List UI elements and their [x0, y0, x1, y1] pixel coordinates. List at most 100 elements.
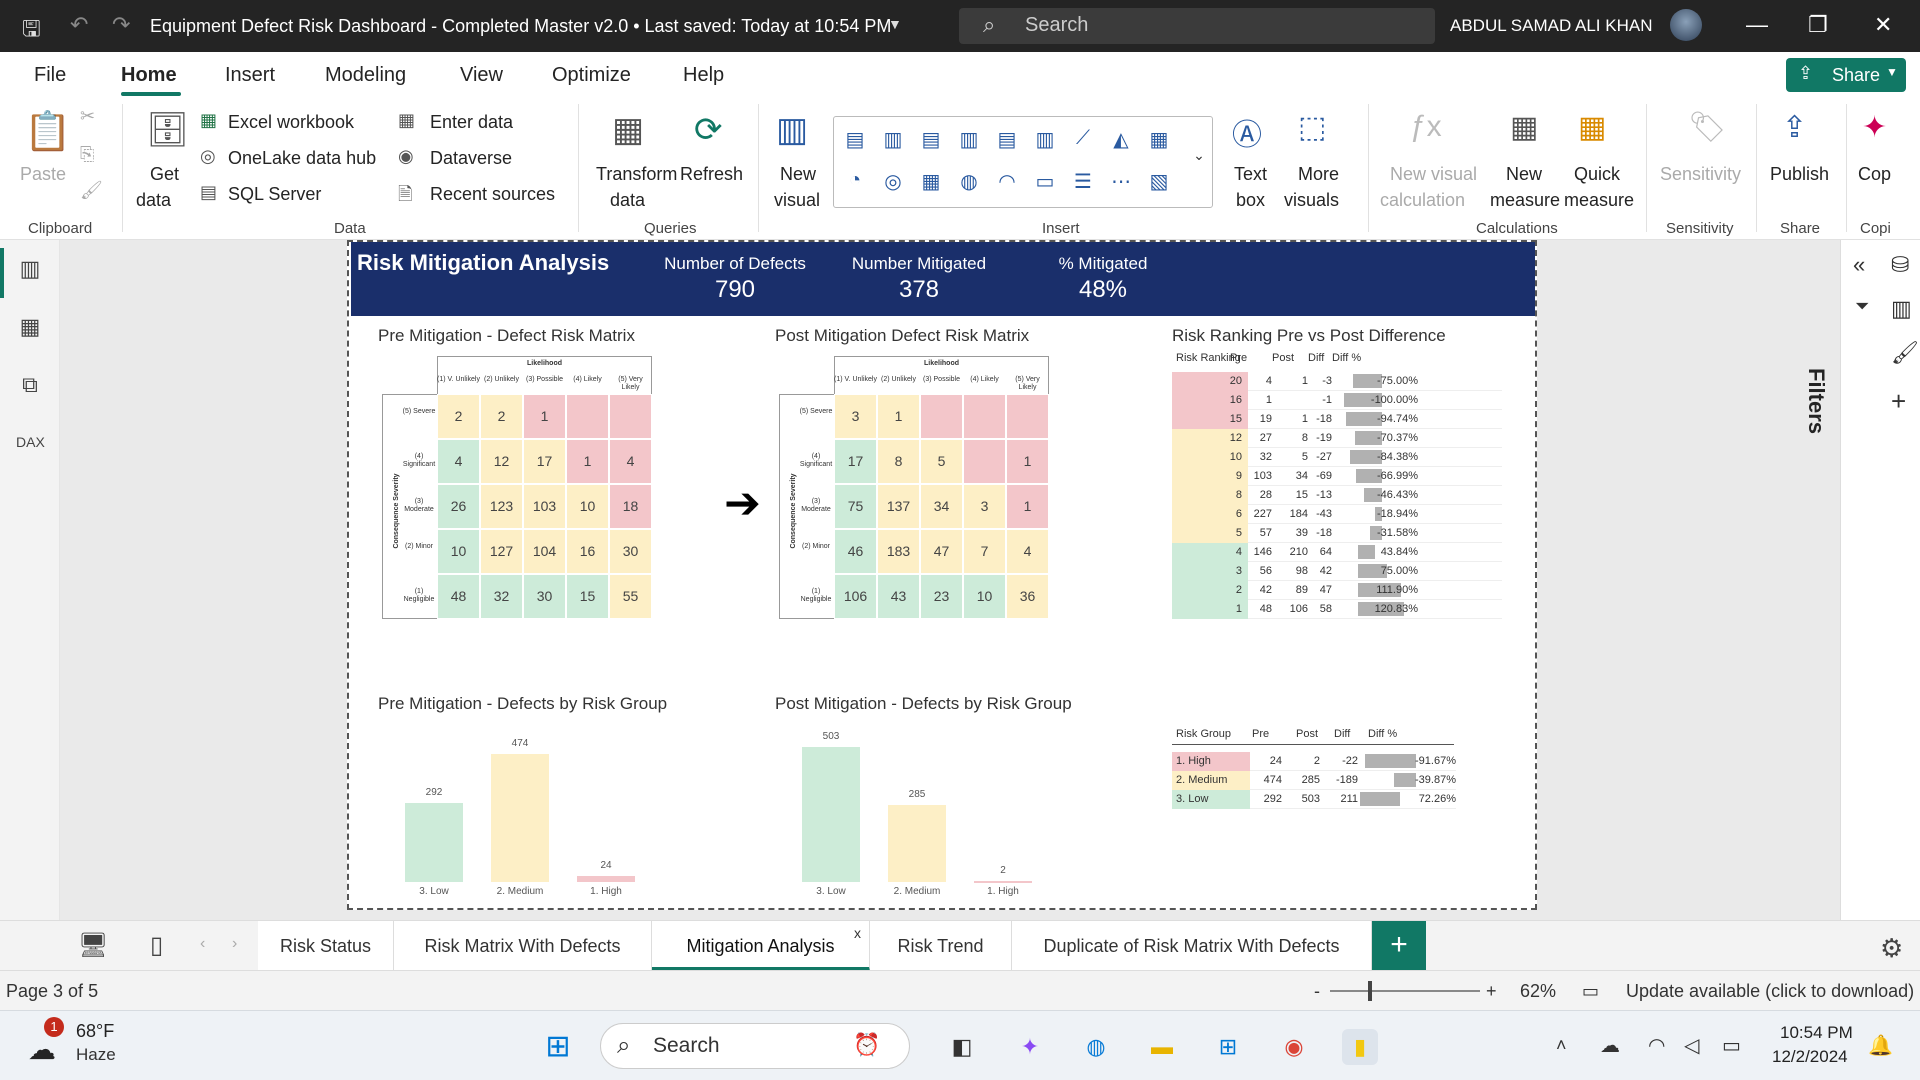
restore-icon[interactable]: ❐ — [1808, 12, 1828, 38]
slicer-icon[interactable]: ▧ — [1146, 169, 1172, 195]
zoom-level[interactable]: 62% — [1520, 981, 1556, 1002]
table-view-icon[interactable]: ▦ — [16, 314, 44, 342]
edge-icon[interactable]: ◍ — [1078, 1029, 1114, 1065]
zoom-in-icon[interactable]: + — [1486, 981, 1497, 1002]
100-column-icon[interactable]: ▥ — [1032, 127, 1058, 153]
transform-data-button[interactable]: Transform — [596, 164, 677, 185]
tab-file[interactable]: File — [34, 64, 66, 87]
clustered-bar-icon[interactable]: ▤ — [918, 127, 944, 153]
sql-server-button[interactable]: SQL Server — [228, 184, 321, 205]
settings-icon[interactable]: ⚙ — [1880, 933, 1903, 964]
dax-query-view-icon[interactable]: DAX — [16, 434, 45, 462]
clock-time[interactable]: 10:54 PM — [1780, 1023, 1853, 1043]
add-pane-icon[interactable]: + — [1891, 386, 1906, 417]
notifications-icon[interactable]: 🔔 — [1868, 1033, 1893, 1058]
map-icon[interactable]: ◍ — [956, 169, 982, 195]
get-data-button[interactable]: Get — [150, 164, 179, 185]
wifi-icon[interactable]: ◠ — [1648, 1033, 1665, 1058]
onelake-button[interactable]: OneLake data hub — [228, 148, 376, 169]
powerbi-icon[interactable]: ▮ — [1342, 1029, 1378, 1065]
sensitivity-button[interactable]: Sensitivity — [1660, 164, 1741, 185]
windows-start-icon[interactable]: ⊞ — [540, 1029, 576, 1065]
taskbar-search[interactable]: ⌕ Search ⏰ — [600, 1023, 910, 1069]
publish-button[interactable]: Publish — [1770, 164, 1829, 185]
chrome-icon[interactable]: ◉ — [1276, 1029, 1312, 1065]
save-icon[interactable]: 🖫 — [22, 12, 41, 50]
zoom-slider[interactable] — [1330, 990, 1480, 992]
format-painter-icon[interactable]: 🖌 — [80, 180, 103, 201]
risk-group-table[interactable]: Risk Group Pre Post Diff Diff % 1. High 24 2 -22… — [1172, 728, 1532, 838]
user-name[interactable]: ABDUL SAMAD ALI KHAN — [1450, 16, 1653, 36]
filters-pane-label[interactable]: Filters — [1803, 368, 1829, 448]
tab-view[interactable]: View — [460, 64, 503, 87]
chevron-down-icon[interactable]: ⌄ — [1186, 147, 1212, 173]
filter-icon[interactable]: ⏷ — [1855, 296, 1869, 317]
quick-measure-label[interactable]: measure — [1564, 190, 1634, 211]
store-icon[interactable]: ⊞ — [1210, 1029, 1246, 1065]
multi-row-card-icon[interactable]: ☰ — [1070, 169, 1096, 195]
avatar[interactable] — [1670, 9, 1702, 41]
desktop-layout-icon[interactable]: 🖥 — [78, 931, 108, 960]
new-measure-button[interactable]: New — [1506, 164, 1542, 185]
copilot-button[interactable]: Cop — [1858, 164, 1891, 185]
paste-button[interactable]: Paste — [20, 164, 66, 185]
file-explorer-icon[interactable]: ▬ — [1144, 1029, 1180, 1065]
redo-icon[interactable]: ↷ — [112, 12, 130, 38]
close-tab-icon[interactable]: x — [854, 925, 861, 941]
text-box-button[interactable]: Text — [1234, 164, 1267, 185]
post-mitigation-matrix[interactable]: Likelihood (1) V. Unlikely (2) Unlikely (3)… — [779, 356, 1109, 676]
recent-sources-button[interactable]: Recent sources — [430, 184, 555, 205]
treemap-icon[interactable]: ▦ — [918, 169, 944, 195]
excel-workbook-button[interactable]: Excel workbook — [228, 112, 354, 133]
close-icon[interactable]: ✕ — [1874, 12, 1892, 38]
visualizations-pane-icon[interactable]: ▥ — [1891, 296, 1912, 322]
page-tab-risk-trend[interactable]: Risk Trend — [870, 921, 1012, 971]
search-input[interactable]: ⌕ Search — [959, 8, 1435, 44]
minimize-icon[interactable]: — — [1746, 12, 1768, 38]
post-bar-chart[interactable]: 503 3. Low 285 2. Medium 2 1. High — [786, 722, 1116, 902]
visuals-gallery[interactable]: ▤ ▥ ▤ ▥ ▤ ▥ ⟋ ◭ ▦ ◔ ◎ ▦ ◍ ◠ ▭ ☰ ⋯ ▧ ⌄ — [833, 116, 1213, 208]
mobile-layout-icon[interactable]: ▯ — [150, 931, 163, 960]
document-title[interactable]: Equipment Defect Risk Dashboard - Comple… — [150, 16, 891, 37]
page-tab-duplicate[interactable]: Duplicate of Risk Matrix With Defects — [1012, 921, 1372, 971]
line-chart-icon[interactable]: ⟋ — [1070, 127, 1096, 153]
report-view-icon[interactable]: ▥ — [16, 256, 44, 284]
ribbon-chart-icon[interactable]: ▦ — [1146, 127, 1172, 153]
donut-chart-icon[interactable]: ◎ — [880, 169, 906, 195]
update-available-link[interactable]: Update available (click to download) — [1626, 981, 1914, 1002]
chevron-down-icon[interactable]: ▼ — [888, 16, 902, 32]
chevron-left-icon[interactable]: ‹ — [200, 935, 205, 953]
copilot-icon[interactable]: ✦ — [1012, 1029, 1048, 1065]
pie-chart-icon[interactable]: ◔ — [842, 169, 868, 195]
card-icon[interactable]: ▭ — [1032, 169, 1058, 195]
stacked-bar-icon[interactable]: ▤ — [842, 127, 868, 153]
zoom-out-icon[interactable]: - — [1314, 981, 1320, 1002]
data-pane-icon[interactable]: ⛁ — [1891, 252, 1909, 278]
copy-icon[interactable]: ⎘ — [80, 144, 94, 165]
more-visuals-label[interactable]: visuals — [1284, 190, 1339, 211]
enter-data-button[interactable]: Enter data — [430, 112, 513, 133]
refresh-button[interactable]: Refresh — [680, 164, 743, 185]
pre-bar-chart[interactable]: 292 3. Low 474 2. Medium 24 1. High — [389, 722, 719, 902]
gauge-icon[interactable]: ◠ — [994, 169, 1020, 195]
tab-help[interactable]: Help — [683, 64, 724, 87]
clustered-column-icon[interactable]: ▥ — [956, 127, 982, 153]
cut-icon[interactable]: ✂ — [80, 106, 95, 127]
more-visuals-button[interactable]: More — [1298, 164, 1339, 185]
tab-optimize[interactable]: Optimize — [552, 64, 631, 87]
new-visual-calculation-label[interactable]: calculation — [1380, 190, 1465, 211]
risk-ranking-table[interactable]: Risk Ranking Pre Post Diff Diff % 20 4 1 -3 -75.0… — [1172, 352, 1512, 672]
share-button[interactable]: ⇪ Share ▼ — [1786, 58, 1906, 92]
new-visual-label[interactable]: visual — [774, 190, 820, 211]
weather-desc[interactable]: Haze — [76, 1045, 116, 1065]
100-bar-icon[interactable]: ▤ — [994, 127, 1020, 153]
volume-icon[interactable]: ◁ — [1684, 1033, 1699, 1058]
stacked-column-icon[interactable]: ▥ — [880, 127, 906, 153]
battery-icon[interactable]: ▭ — [1722, 1033, 1741, 1058]
collapse-icon[interactable]: « — [1853, 252, 1865, 278]
model-view-icon[interactable]: ⧉ — [16, 372, 44, 400]
quick-measure-button[interactable]: Quick — [1574, 164, 1620, 185]
page-tab-risk-status[interactable]: Risk Status — [258, 921, 394, 971]
new-visual-calculation-button[interactable]: New visual — [1390, 164, 1477, 185]
kpi-icon[interactable]: ⋯ — [1108, 169, 1134, 195]
